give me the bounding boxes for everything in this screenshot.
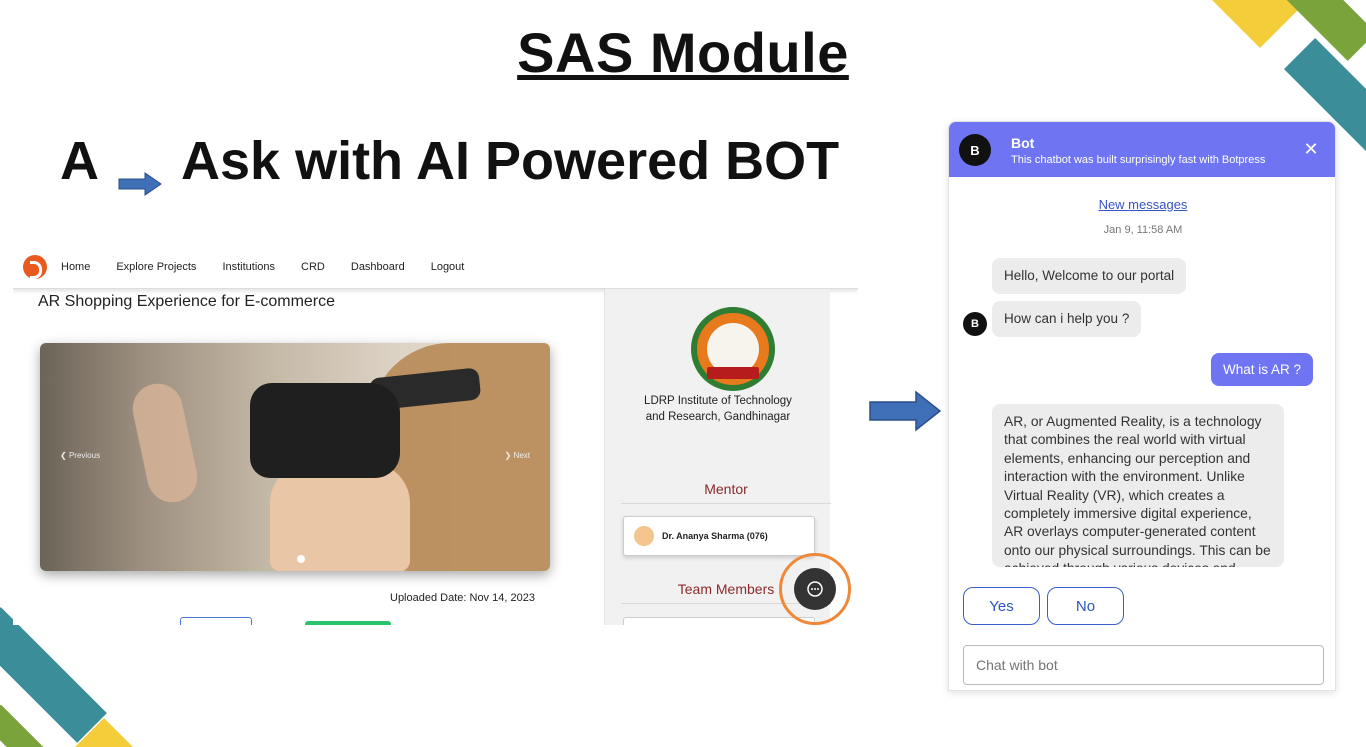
- heading-text: Ask with AI Powered BOT: [181, 131, 840, 191]
- slide-title: SAS Module: [517, 21, 849, 84]
- slide-heading: A Ask with AI Powered BOT: [60, 130, 840, 196]
- hero-photo-face: [270, 463, 410, 571]
- quick-reply-no-button[interactable]: No: [1047, 587, 1124, 625]
- bot-name: Bot: [1011, 135, 1035, 151]
- chat-bubble-icon: [807, 581, 823, 597]
- heading-prefix: A: [60, 131, 99, 191]
- avatar: [634, 526, 654, 546]
- action-button-partial[interactable]: [180, 617, 252, 625]
- decor-triangle-bottom: [74, 718, 134, 747]
- bot-description: This chatbot was built surprisingly fast…: [1011, 154, 1266, 166]
- bot-answer-message[interactable]: AR, or Augmented Reality, is a technolog…: [992, 404, 1284, 567]
- bot-message: Hello, Welcome to our portal: [992, 258, 1187, 294]
- institution-name: LDRP Institute of Technology and Researc…: [605, 393, 831, 425]
- nav-logout[interactable]: Logout: [431, 261, 465, 273]
- team-member-card-partial[interactable]: [623, 617, 815, 625]
- green-action-button-partial[interactable]: [305, 621, 391, 625]
- close-icon[interactable]: ✕: [1301, 139, 1321, 159]
- mentor-card[interactable]: Dr. Ananya Sharma (076): [623, 516, 815, 556]
- institution-name-line2: and Research, Gandhinagar: [645, 411, 791, 423]
- nav-institutions[interactable]: Institutions: [222, 261, 275, 273]
- site-logo-icon[interactable]: [23, 254, 47, 279]
- new-messages-link[interactable]: New messages: [949, 197, 1335, 212]
- nav-home[interactable]: Home: [61, 261, 90, 273]
- site-navbar: Home Explore Projects Institutions CRD D…: [13, 245, 858, 289]
- nav-explore-projects[interactable]: Explore Projects: [116, 261, 196, 273]
- chatbot-window: B Bot This chatbot was built surprisingl…: [948, 121, 1336, 691]
- project-image-carousel[interactable]: ❮ Previous ❯ Next: [40, 343, 550, 571]
- quick-reply-yes-button[interactable]: Yes: [963, 587, 1040, 625]
- carousel-indicator[interactable]: [297, 555, 305, 563]
- decor-bar-green-bottom: [0, 704, 44, 747]
- chat-header: B Bot This chatbot was built surprisingl…: [949, 122, 1335, 177]
- institution-name-line1: LDRP Institute of Technology: [644, 395, 792, 407]
- uploaded-date: Uploaded Date: Nov 14, 2023: [390, 592, 535, 604]
- project-title: AR Shopping Experience for E-commerce: [38, 293, 336, 310]
- institution-logo: [691, 307, 775, 391]
- right-arrow-icon: [117, 148, 163, 196]
- chat-input[interactable]: [963, 645, 1324, 685]
- bot-avatar: B: [959, 134, 991, 166]
- big-right-arrow-icon: [869, 390, 942, 432]
- mentor-name: Dr. Ananya Sharma (076): [662, 531, 768, 541]
- carousel-next-button[interactable]: ❯ Next: [505, 451, 530, 460]
- nav-crd[interactable]: CRD: [301, 261, 325, 273]
- nav-dashboard[interactable]: Dashboard: [351, 261, 405, 273]
- carousel-prev-button[interactable]: ❮ Previous: [60, 451, 100, 460]
- hero-photo-vr-headset: [250, 383, 400, 478]
- bot-avatar-small: B: [963, 312, 987, 336]
- website-screenshot: Home Explore Projects Institutions CRD D…: [13, 245, 858, 625]
- slide: SAS Module A Ask with AI Powered BOT Hom…: [0, 0, 1366, 747]
- hero-photo-hand: [128, 379, 202, 507]
- chat-launcher-button[interactable]: [794, 568, 836, 610]
- user-message: What is AR ?: [1210, 353, 1313, 386]
- bot-message: How can i help you ?: [992, 301, 1142, 337]
- mentor-heading: Mentor: [621, 481, 831, 504]
- message-timestamp: Jan 9, 11:58 AM: [1103, 224, 1183, 236]
